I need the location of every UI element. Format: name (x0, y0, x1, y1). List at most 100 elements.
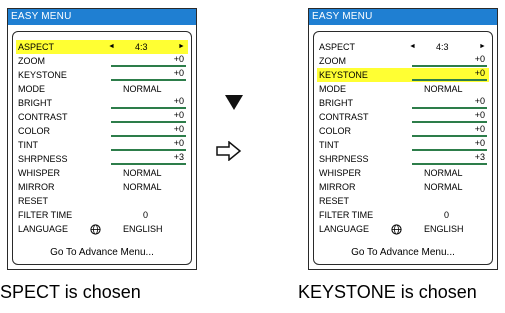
menu-item-label: MODE (319, 84, 346, 94)
slider-value: +0 (474, 54, 485, 64)
slider-value: +0 (173, 124, 184, 134)
slider-value: +0 (173, 68, 184, 78)
menu-item-contrast[interactable]: CONTRAST +0 (16, 110, 188, 124)
slider-value: +0 (474, 110, 485, 120)
menu-item-aspect[interactable]: ASPECT ◄ 4:3 ► (317, 40, 489, 54)
menu-item-filter-time[interactable]: FILTER TIME 0 (317, 208, 489, 222)
menu-item-tint[interactable]: TINT +0 (16, 138, 188, 152)
whisper-value: NORMAL (424, 168, 463, 178)
menu-item-label: COLOR (18, 126, 51, 136)
menu-item-color[interactable]: COLOR +0 (317, 124, 489, 138)
sharpness-slider[interactable]: +3 (412, 152, 487, 166)
menu-item-sharpness[interactable]: SHRPNESS +3 (16, 152, 188, 166)
panel-title: EASY MENU (309, 9, 497, 25)
aspect-value: 4:3 (135, 42, 148, 52)
go-to-advance-menu-button[interactable]: Go To Advance Menu... (16, 245, 188, 261)
language-value: ENGLISH (123, 224, 163, 234)
menu-item-keystone[interactable]: KEYSTONE +0 (16, 68, 188, 82)
filter-time-value: 0 (143, 210, 149, 220)
menu-item-label: LANGUAGE (18, 224, 69, 234)
menu-item-aspect[interactable]: ASPECT ◄ 4:3 ► (16, 40, 188, 54)
caption-left: SPECT is chosen (0, 282, 141, 302)
menu-item-label: TINT (18, 140, 38, 150)
slider-track (111, 79, 186, 81)
menu-item-whisper[interactable]: WHISPER NORMAL (16, 166, 188, 180)
menu-item-label: KEYSTONE (18, 70, 67, 80)
menu-item-label: COLOR (319, 126, 352, 136)
menu-item-sharpness[interactable]: SHRPNESS +3 (317, 152, 489, 166)
menu-item-mode[interactable]: MODE NORMAL (317, 82, 489, 96)
slider-track (412, 79, 487, 81)
menu-item-label: MIRROR (319, 182, 356, 192)
menu-item-label: BRIGHT (18, 98, 53, 108)
menu-list: ASPECT ◄ 4:3 ► ZOOM +0 KEYSTONE +0 MODE … (12, 31, 192, 265)
mirror-value: NORMAL (424, 182, 463, 192)
menu-item-label: RESET (319, 196, 350, 206)
menu-item-label: CONTRAST (319, 112, 369, 122)
slider-value: +3 (173, 152, 184, 162)
menu-item-color[interactable]: COLOR +0 (16, 124, 188, 138)
globe-icon (391, 224, 402, 235)
menu-item-language[interactable]: LANGUAGE ENGLISH (16, 222, 188, 236)
menu-item-filter-time[interactable]: FILTER TIME 0 (16, 208, 188, 222)
menu-item-whisper[interactable]: WHISPER NORMAL (317, 166, 489, 180)
menu-item-label: MODE (18, 84, 45, 94)
whisper-value: NORMAL (123, 168, 162, 178)
menu-item-label: FILTER TIME (18, 210, 73, 220)
menu-item-label: LANGUAGE (319, 224, 370, 234)
slider-value: +0 (474, 68, 485, 78)
slider-value: +0 (474, 138, 485, 148)
menu-item-label: CONTRAST (18, 112, 68, 122)
caption-right: KEYSTONE is chosen (298, 282, 477, 302)
slider-value: +0 (474, 124, 485, 134)
mode-value: NORMAL (123, 84, 162, 94)
menu-item-label: SHRPNESS (18, 154, 68, 164)
menu-item-tint[interactable]: TINT +0 (317, 138, 489, 152)
menu-item-label: WHISPER (319, 168, 362, 178)
aspect-value: 4:3 (436, 42, 449, 52)
menu-item-mirror[interactable]: MIRROR NORMAL (317, 180, 489, 194)
slider-value: +0 (474, 96, 485, 106)
right-hollow-arrow-icon (216, 141, 242, 161)
menu-item-bright[interactable]: BRIGHT +0 (16, 96, 188, 110)
slider-value: +3 (474, 152, 485, 162)
menu-item-label: FILTER TIME (319, 210, 374, 220)
slider-value: +0 (173, 96, 184, 106)
menu-item-language[interactable]: LANGUAGE ENGLISH (317, 222, 489, 236)
go-to-advance-menu-button[interactable]: Go To Advance Menu... (317, 245, 489, 261)
left-arrow-icon[interactable]: ◄ (409, 40, 416, 54)
keystone-slider[interactable]: +0 (111, 68, 186, 82)
left-arrow-icon[interactable]: ◄ (108, 40, 115, 54)
menu-item-zoom[interactable]: ZOOM +0 (317, 54, 489, 68)
menu-item-label: SHRPNESS (319, 154, 369, 164)
filter-time-value: 0 (444, 210, 450, 220)
menu-item-label: ASPECT (18, 42, 55, 52)
menu-item-label: ASPECT (319, 42, 356, 52)
menu-item-contrast[interactable]: CONTRAST +0 (317, 110, 489, 124)
slider-value: +0 (173, 110, 184, 120)
menu-item-label: KEYSTONE (319, 70, 368, 80)
menu-item-reset[interactable]: RESET (16, 194, 188, 208)
language-value: ENGLISH (424, 224, 464, 234)
menu-item-label: TINT (319, 140, 339, 150)
slider-value: +0 (173, 138, 184, 148)
menu-item-label: BRIGHT (319, 98, 354, 108)
menu-item-reset[interactable]: RESET (317, 194, 489, 208)
menu-item-mirror[interactable]: MIRROR NORMAL (16, 180, 188, 194)
globe-icon (90, 224, 101, 235)
keystone-slider[interactable]: +0 (412, 68, 487, 82)
easy-menu-panel-left: EASY MENU ASPECT ◄ 4:3 ► ZOOM +0 KEYSTON… (7, 8, 197, 270)
easy-menu-panel-right: EASY MENU ASPECT ◄ 4:3 ► ZOOM +0 KEYSTON… (308, 8, 498, 270)
menu-item-label: RESET (18, 196, 49, 206)
slider-value: +0 (173, 54, 184, 64)
menu-item-label: ZOOM (319, 56, 346, 66)
sharpness-slider[interactable]: +3 (111, 152, 186, 166)
menu-item-bright[interactable]: BRIGHT +0 (317, 96, 489, 110)
menu-item-keystone[interactable]: KEYSTONE +0 (317, 68, 489, 82)
mirror-value: NORMAL (123, 182, 162, 192)
slider-track (412, 163, 487, 165)
menu-item-label: ZOOM (18, 56, 45, 66)
menu-item-zoom[interactable]: ZOOM +0 (16, 54, 188, 68)
menu-item-mode[interactable]: MODE NORMAL (16, 82, 188, 96)
panel-title: EASY MENU (8, 9, 196, 25)
